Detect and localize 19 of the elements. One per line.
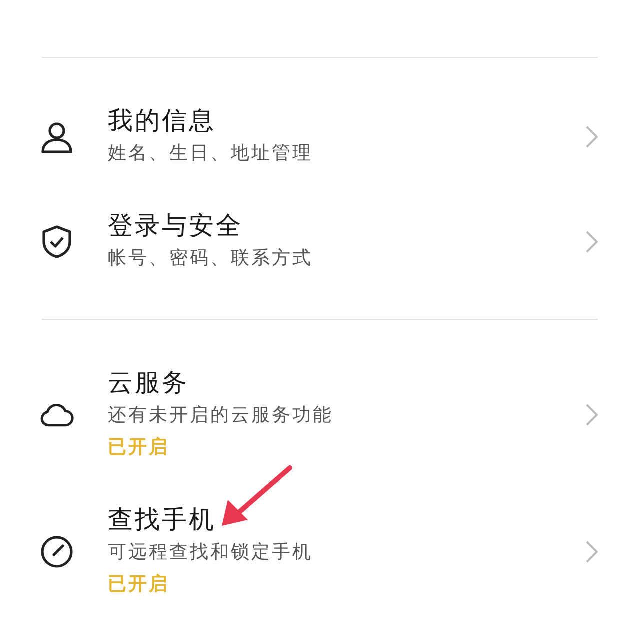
item-description: 姓名、生日、地址管理	[108, 142, 313, 166]
status-label: 已开启	[108, 572, 170, 597]
person-icon	[40, 120, 74, 154]
shield-check-icon	[41, 225, 73, 259]
cloud-icon	[40, 402, 74, 428]
chevron-icon[interactable]	[586, 541, 598, 563]
chevron-icon[interactable]	[586, 404, 598, 426]
status-label: 已开启	[108, 436, 170, 460]
item-description: 可远程查找和锁定手机	[108, 541, 313, 565]
chevron-icon[interactable]	[586, 231, 598, 253]
item-description: 还有未开启的云服务功能	[108, 404, 334, 428]
item-title: 云服务	[108, 367, 189, 399]
item-title: 我的信息	[108, 105, 216, 137]
gauge-icon	[40, 535, 74, 569]
item-description: 帐号、密码、联系方式	[108, 247, 313, 271]
item-title: 登录与安全	[108, 210, 243, 242]
arrow	[222, 466, 292, 526]
chevron-icon[interactable]	[586, 126, 598, 148]
item-title: 查找手机	[108, 504, 216, 536]
